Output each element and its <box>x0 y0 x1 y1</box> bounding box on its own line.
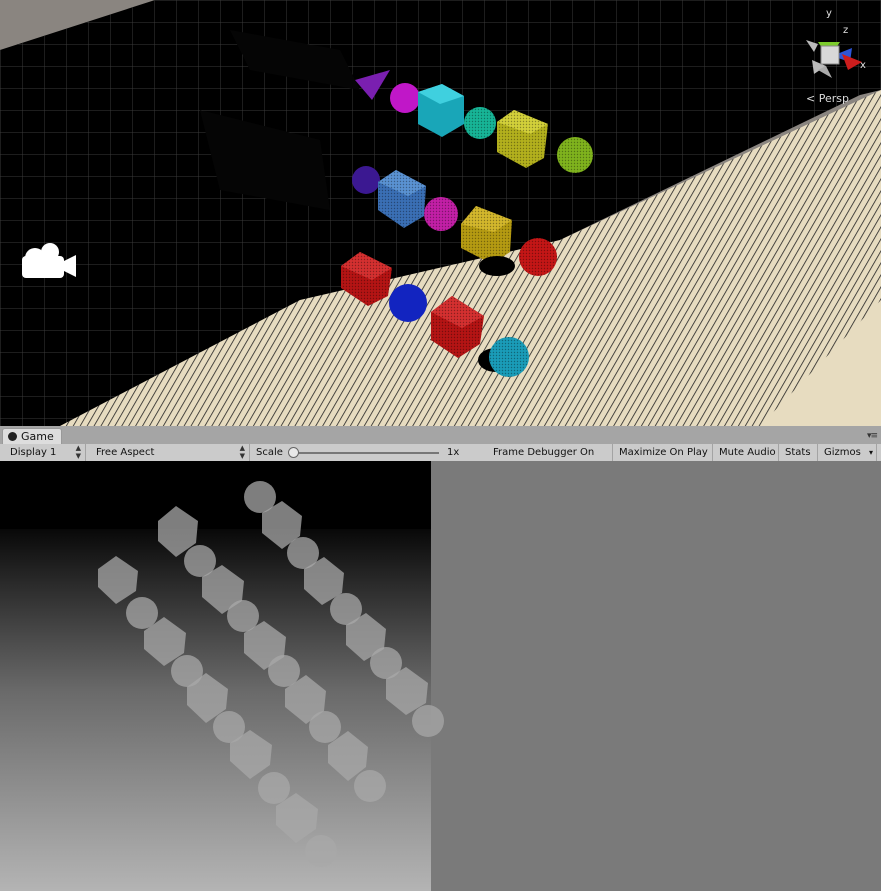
magenta-sphere <box>390 83 420 113</box>
perspective-toggle[interactable]: < Persp <box>806 92 849 105</box>
scale-label: Scale <box>256 447 283 458</box>
scene-view[interactable]: y z x < Persp <box>0 0 881 426</box>
display-dropdown[interactable]: Display 1 ▲ ▼ <box>4 444 86 461</box>
gizmo-z-label: z <box>843 25 848 36</box>
tab-game[interactable]: Game <box>2 428 62 444</box>
game-icon <box>8 432 17 441</box>
indigo-sphere <box>352 166 380 194</box>
dropdown-arrows-icon: ▲ ▼ <box>239 444 245 460</box>
maximize-on-play-toggle[interactable]: Maximize On Play <box>613 444 713 461</box>
chevron-down-icon: ▾ <box>868 448 873 457</box>
game-toolbar: Display 1 ▲ ▼ Free Aspect ▲ ▼ Scale 1x Fra… <box>0 444 881 462</box>
gizmos-dropdown[interactable]: Gizmos ▾ <box>818 444 877 461</box>
scale-value: 1x <box>447 447 460 458</box>
gizmo-x-label: x <box>860 60 866 71</box>
scale-slider-track[interactable] <box>293 452 439 454</box>
frame-debugger-button[interactable]: Frame Debugger On <box>487 444 613 461</box>
navy-sphere <box>389 284 427 322</box>
aspect-dropdown-label: Free Aspect <box>96 447 155 458</box>
display-dropdown-label: Display 1 <box>10 447 57 458</box>
mute-audio-toggle[interactable]: Mute Audio <box>713 444 779 461</box>
panel-menu-icon[interactable]: ▾≡ <box>867 431 878 441</box>
tab-game-label: Game <box>21 430 54 443</box>
gizmo-y-label: y <box>826 8 832 19</box>
stats-toggle[interactable]: Stats <box>779 444 818 461</box>
game-view[interactable] <box>0 461 881 891</box>
game-render <box>0 461 881 891</box>
gizmos-dropdown-label: Gizmos <box>824 447 861 458</box>
aspect-dropdown[interactable]: Free Aspect ▲ ▼ <box>90 444 250 461</box>
dropdown-arrows-icon: ▲ ▼ <box>75 444 81 460</box>
scene-canvas: y z x <box>0 0 881 426</box>
scale-slider-thumb[interactable] <box>288 447 299 458</box>
game-tab-bar: Game ▾≡ <box>0 426 881 445</box>
